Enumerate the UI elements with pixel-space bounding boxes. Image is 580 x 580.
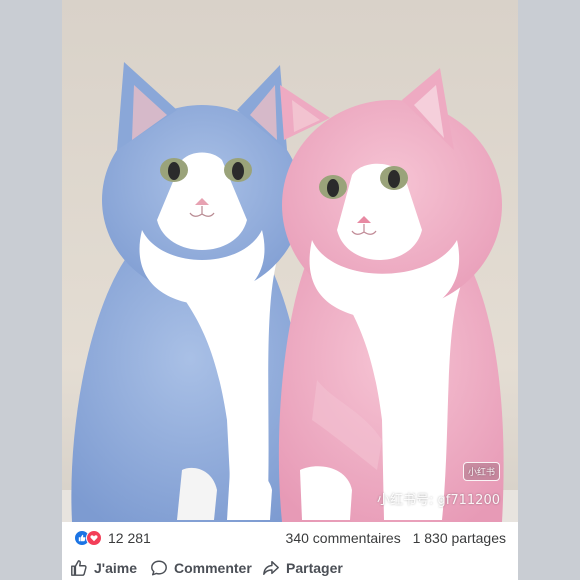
thumbs-up-icon [71,559,87,576]
share-arrow-icon [263,560,279,575]
shares-count[interactable]: 1 830 partages [413,530,506,546]
reaction-count: 12 281 [108,530,151,546]
watermark-logo: 小红书 [462,462,500,481]
post-actions: J'aime Commenter Partager [62,555,518,580]
engagement-counts: 340 commentaires 1 830 partages [286,530,506,546]
post-card: 小红书 小红书号: gf711200 12 281 340 commentair… [62,0,518,580]
reactions-summary[interactable]: 12 281 [74,530,151,546]
watermark-text: 小红书号: gf711200 [377,493,500,508]
watermark: 小红书 小红书号: gf711200 [377,462,500,508]
like-button[interactable]: J'aime [70,555,137,580]
comment-label: Commenter [174,559,252,576]
comment-button[interactable]: Commenter [150,555,252,580]
pink-cat [278,68,504,522]
post-stats: 12 281 340 commentaires 1 830 partages [62,527,518,549]
like-label: J'aime [94,559,138,576]
post-photo[interactable]: 小红书 小红书号: gf711200 [62,0,518,522]
share-label: Partager [286,559,343,576]
comments-count[interactable]: 340 commentaires [286,530,401,546]
comment-bubble-icon [151,560,167,575]
heart-icon [86,530,102,546]
cats-image [62,0,518,522]
share-button[interactable]: Partager [262,555,343,580]
